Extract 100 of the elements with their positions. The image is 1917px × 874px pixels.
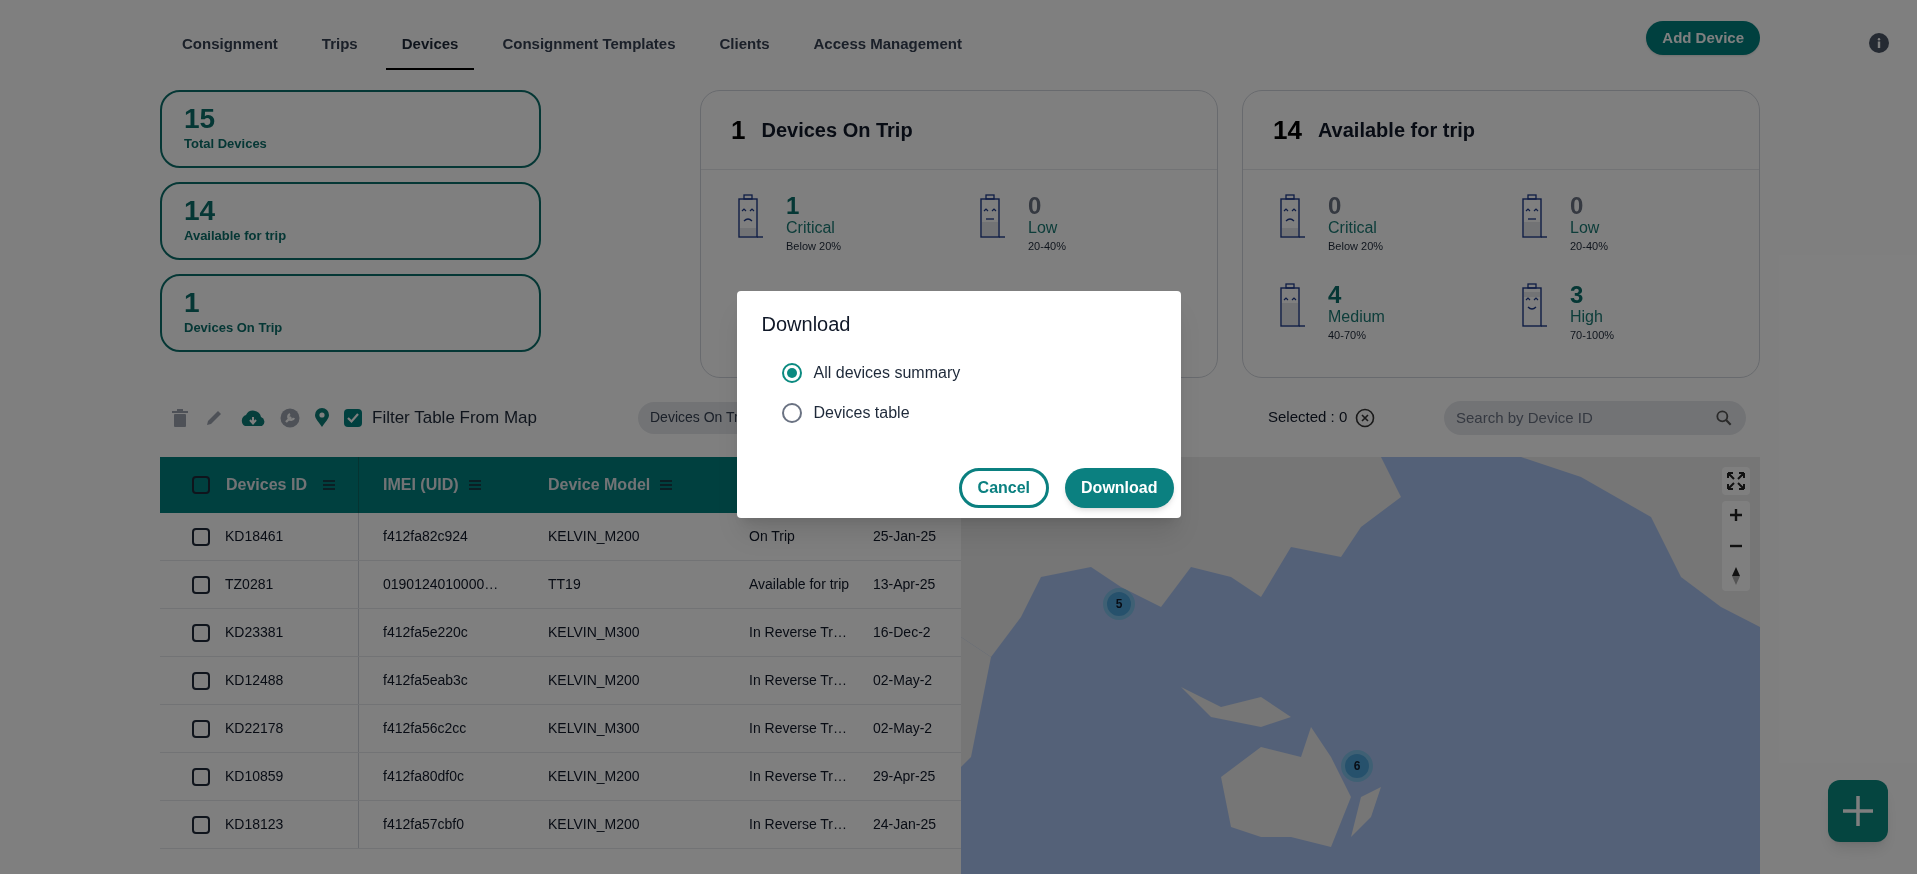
level-count: 0 [1328,194,1343,218]
panel-count: 14 [1273,113,1302,147]
table-cell-text: In Reverse Tr… [748,623,849,642]
level-label: Medium [1328,306,1385,327]
level-range: 20-40% [1570,239,1608,254]
radio-button[interactable] [781,403,802,423]
row-checkbox[interactable] [192,527,210,546]
table-cell-text: f412fa82c924 [382,527,469,546]
plus-icon [1841,794,1875,828]
download-button[interactable]: Download [1065,468,1174,508]
level-label: Low [1570,218,1601,238]
table-cell: KD23381 [225,609,359,656]
table-cell-text: In Reverse Tr… [748,671,849,690]
summary-label: Available for trip [184,227,288,245]
table-cell: KD22178 [225,705,359,752]
table-cell-text: KELVIN_M300 [547,623,641,642]
nav-tab[interactable]: Trips [305,20,374,70]
row-checkbox[interactable] [192,719,210,738]
dialog-title: Download [761,312,852,337]
row-checkbox[interactable] [192,671,210,690]
table-cell-text: KELVIN_M200 [547,671,641,690]
level-range: 20-40% [1028,239,1066,254]
row-checkbox[interactable] [192,767,210,786]
table-cell-text: f412fa5e220c [382,623,469,642]
column-header[interactable]: Devices ID [226,473,307,497]
table-cell: KD18123 [225,801,359,848]
option-label: All devices summary [813,363,961,383]
column-header[interactable]: Device Model [548,473,651,497]
table-cell: TZ0281 [225,561,359,608]
level-count: 1 [786,194,801,218]
option-label: Devices table [813,403,910,423]
level-count: 0 [1570,194,1585,218]
column-header[interactable]: IMEI (UID) [383,473,459,497]
selected-count: Selected : 0 [1268,407,1348,428]
table-cell-text: KELVIN_M200 [547,767,641,786]
table-cell-text: 25-Jan-25 [873,527,938,546]
fullscreen-icon[interactable] [1722,467,1750,495]
table-cell-text: Available for trip [748,575,851,594]
nav-tab[interactable]: Clients [703,20,786,70]
cancel-button[interactable]: Cancel [958,468,1050,508]
level-count: 0 [1028,194,1043,218]
level-label: Critical [1328,218,1378,238]
table-cell-text: f412fa5eab3c [382,671,469,690]
nav-tab[interactable]: Access Management [797,20,978,70]
add-device-button[interactable]: Add Device [1646,21,1760,55]
level-range: Below 20% [786,239,842,254]
table-cell: KD12488 [225,657,359,704]
summary-count: 14 [184,196,217,226]
table-cell-text: KELVIN_M300 [547,719,641,738]
table-cell-text: On Trip [748,527,796,546]
summary-label: Total Devices [184,135,268,153]
level-label: Critical [786,218,836,238]
table-cell-text: KELVIN_M200 [547,527,641,546]
search-field[interactable]: Search by Device ID [1444,400,1746,435]
level-count: 3 [1570,282,1585,307]
row-checkbox[interactable] [192,623,210,642]
table-cell-text: 16-Dec-2 [873,623,932,642]
table-cell-text: 13-Apr-25 [873,575,937,594]
panel-title: Devices On Trip [761,118,913,143]
table-cell-text: In Reverse Tr… [748,719,849,738]
summary-label: Devices On Trip [184,319,284,337]
table-cell-text: 02-May-2 [873,671,934,690]
level-range: 70-100% [1570,327,1615,343]
row-checkbox[interactable] [192,815,210,834]
nav-tab[interactable]: Devices [385,20,475,70]
summary-count: 1 [184,288,201,318]
clear-icon[interactable] [1355,407,1376,428]
nav-tab[interactable]: Consignment [166,20,294,70]
table-cell-text: In Reverse Tr… [748,767,849,786]
level-count: 4 [1328,282,1343,307]
table-cell-text: 24-Jan-25 [873,815,938,834]
map-drawing[interactable] [961,457,1760,874]
add-fab[interactable] [1828,780,1888,842]
select-all-checkbox[interactable] [192,476,210,494]
nav-tab[interactable]: Consignment Templates [486,20,692,70]
summary-count: 15 [184,104,217,134]
table-cell-text: f412fa80df0c [382,767,465,786]
level-range: Below 20% [1328,239,1384,254]
table-cell-text: 02-May-2 [873,719,934,738]
search-icon[interactable] [1714,407,1734,428]
panel-title: Available for trip [1317,118,1475,143]
table-cell: KD10859 [225,753,359,800]
level-label: High [1570,306,1604,327]
level-range: 40-70% [1328,327,1367,343]
row-checkbox[interactable] [192,575,210,594]
table-cell-text: f412fa56c2cc [382,719,468,738]
info-icon[interactable] [1869,33,1889,53]
table-cell-text: In Reverse Tr… [748,815,849,834]
table-cell: KD18461 [225,513,359,560]
table-cell-text: TT19 [547,575,582,594]
table-cell-text: f412fa57cbf0 [382,815,465,834]
filter-checkbox[interactable] [344,408,362,427]
level-label: Low [1028,218,1059,238]
radio-button[interactable] [781,363,802,383]
panel-count: 1 [731,113,746,147]
map-pin-icon[interactable] [314,407,330,428]
table-cell-text: 0190124010000… [382,575,500,594]
table-cell-text: KELVIN_M200 [547,815,641,834]
table-cell-text: 29-Apr-25 [873,767,937,786]
filter-label: Filter Table From Map [372,406,537,429]
